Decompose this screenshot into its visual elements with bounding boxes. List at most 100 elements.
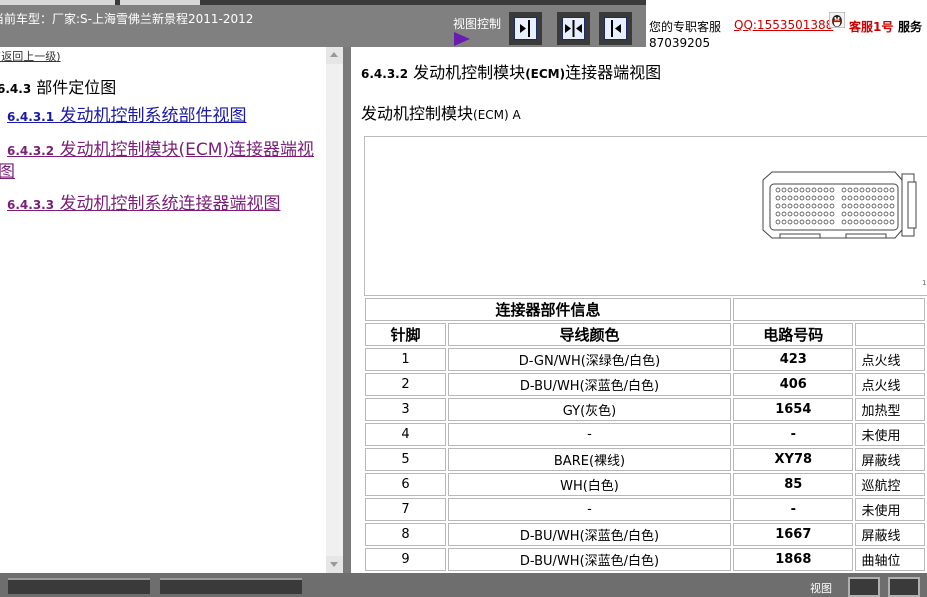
function-cell: 巡航控	[855, 473, 925, 496]
function-cell: 未使用	[855, 423, 925, 446]
pin-table-body: 1 D-GN/WH(深绿色/白色) 423 点火线 2 D-BU/WH(深蓝色/白色) 40…	[365, 348, 925, 571]
table-row: 7- - 未使用	[365, 498, 925, 521]
circuit-cell: 1868	[733, 548, 854, 571]
function-cell: 点火线	[855, 348, 925, 371]
nav-pane: (返回上一级) 6.4.3 部件定位图 6.4.3.1 发动机控制系统部件视图 …	[0, 47, 326, 573]
table-header-row: 针脚 导线颜色 电路号码	[365, 323, 925, 346]
connector-figure: 1	[364, 136, 927, 296]
back-link[interactable]: (返回上一级)	[0, 48, 61, 64]
table-row: 9 D-BU/WH(深蓝色/白色) 1868 曲轴位	[365, 548, 925, 571]
circuit-cell: 406	[733, 373, 854, 396]
function-cell: 屏蔽线	[855, 523, 925, 546]
wire-color-cell: BARE(裸线)	[447, 448, 732, 471]
nav-item-number: 6.4.3.2	[7, 144, 55, 158]
pin-table: 连接器部件信息 针脚 导线颜色 电路号码 1 D-GN/WH(深绿色/白色) 423…	[363, 296, 927, 573]
circuit-cell: 1667	[733, 523, 854, 546]
view-control-arrow-icon	[454, 32, 470, 46]
heading-abbr: (ECM)	[525, 67, 566, 81]
view-left-button[interactable]	[599, 12, 632, 45]
subheading-text: 发动机控制模块	[361, 104, 474, 123]
col-header-circuit: 电路号码	[733, 323, 854, 346]
split-right-icon	[514, 17, 537, 40]
view-control-label: 视图控制	[453, 17, 502, 31]
bottom-button-2[interactable]	[160, 578, 302, 594]
table-group-header-row: 连接器部件信息	[365, 298, 925, 321]
circuit-cell: 423	[733, 348, 854, 371]
top-toolbar: 当前车型：厂家:S-上海雪佛兰新景程2011-2012 视图控制	[0, 0, 646, 47]
col-header-wire-color: 导线颜色	[447, 323, 732, 346]
scroll-up-arrow-icon[interactable]	[326, 47, 343, 64]
heading-number: 6.4.3.2	[361, 67, 409, 81]
split-both-icon	[562, 17, 585, 40]
section-number: 6.4.3	[0, 82, 32, 96]
table-row: 2 D-BU/WH(深蓝色/白色) 406 点火线	[365, 373, 925, 396]
pin-cell: 2	[365, 373, 446, 396]
bottom-button-1[interactable]	[8, 578, 150, 594]
nav-item-label: 发动机控制系统连接器端视图	[59, 194, 281, 214]
pin-cell: 4	[365, 423, 446, 446]
nav-scrollbar[interactable]	[326, 47, 343, 573]
qq-penguin-icon[interactable]	[828, 11, 846, 29]
table-row: 6 WH(白色) 85 巡航控	[365, 473, 925, 496]
wire-color-cell: D-BU/WH(深蓝色/白色)	[447, 523, 732, 546]
nav-item-label: 发动机控制系统部件视图	[59, 106, 247, 126]
group-header-empty	[733, 298, 925, 321]
view-both-button[interactable]	[557, 12, 590, 45]
support-panel: 您的专职客服 QQ:1553501388 客服1号 服务 87039205	[646, 0, 927, 50]
function-cell: 曲轴位	[855, 548, 925, 571]
nav-item-ecm-connector-view[interactable]: 6.4.3.2 发动机控制模块(ECM)连接器端视图	[0, 140, 320, 183]
view-right-button[interactable]	[509, 12, 542, 45]
table-row: 4- - 未使用	[365, 423, 925, 446]
circuit-cell: 85	[733, 473, 854, 496]
support-text: 您的专职客服	[649, 20, 722, 34]
section-title: 6.4.3 部件定位图	[0, 74, 116, 98]
pin-cell: 7	[365, 498, 446, 521]
split-left-icon	[604, 17, 627, 40]
col-header-function	[855, 323, 925, 346]
current-vehicle-label: 当前车型：厂家:S-上海雪佛兰新景程2011-2012	[0, 12, 254, 26]
heading-tail: 连接器端视图	[565, 63, 662, 82]
tab-1[interactable]	[0, 0, 115, 5]
function-cell: 未使用	[855, 498, 925, 521]
table-row: 3 GY(灰色) 1654 加热型	[365, 398, 925, 421]
document-pane: 6.4.3.2 发动机控制模块(ECM)连接器端视图 发动机控制模块(ECM) …	[351, 47, 927, 573]
nav-item-component-view[interactable]: 6.4.3.1 发动机控制系统部件视图	[7, 106, 246, 128]
col-header-pin: 针脚	[365, 323, 446, 346]
back-link-label: 返回上一级	[1, 50, 57, 63]
table-row: 8 D-BU/WH(深蓝色/白色) 1667 屏蔽线	[365, 523, 925, 546]
bottom-view-button-1[interactable]	[848, 577, 880, 597]
figure-tag: 1	[922, 279, 927, 287]
table-row: 5 BARE(裸线) XY78 屏蔽线	[365, 448, 925, 471]
document-subheading: 发动机控制模块(ECM) A	[361, 100, 521, 124]
wire-color-cell: -	[447, 498, 732, 521]
section-title-text: 部件定位图	[36, 78, 117, 97]
pin-cell: 3	[365, 398, 446, 421]
pin-cell: 9	[365, 548, 446, 571]
wire-color-cell: D-BU/WH(深蓝色/白色)	[447, 373, 732, 396]
pin-cell: 1	[365, 348, 446, 371]
tab-strip	[0, 0, 646, 5]
wire-color-cell: D-BU/WH(深蓝色/白色)	[447, 548, 732, 571]
scroll-down-arrow-icon[interactable]	[326, 556, 343, 573]
bottom-toolbar: 视图	[0, 573, 927, 597]
bottom-view-label: 视图	[810, 582, 832, 595]
qq-link[interactable]: QQ:1553501388	[734, 18, 833, 32]
function-cell: 加热型	[855, 398, 925, 421]
function-cell: 点火线	[855, 373, 925, 396]
wire-color-cell: WH(白色)	[447, 473, 732, 496]
pin-cell: 8	[365, 523, 446, 546]
circuit-cell: -	[733, 498, 854, 521]
group-header-cell: 连接器部件信息	[365, 298, 732, 321]
bottom-view-button-2[interactable]	[888, 577, 920, 597]
nav-item-system-connector-view[interactable]: 6.4.3.3 发动机控制系统连接器端视图	[7, 194, 280, 216]
tab-2[interactable]	[120, 0, 200, 5]
wire-color-cell: D-GN/WH(深绿色/白色)	[447, 348, 732, 371]
wire-color-cell: -	[447, 423, 732, 446]
subheading-abbr: (ECM) A	[473, 108, 521, 122]
service-text: 服务	[898, 20, 923, 34]
circuit-cell: -	[733, 423, 854, 446]
kefu-link[interactable]: 客服1号	[849, 18, 893, 35]
document-heading: 6.4.3.2 发动机控制模块(ECM)连接器端视图	[361, 59, 661, 83]
pane-splitter[interactable]	[343, 47, 351, 573]
wire-color-cell: GY(灰色)	[447, 398, 732, 421]
